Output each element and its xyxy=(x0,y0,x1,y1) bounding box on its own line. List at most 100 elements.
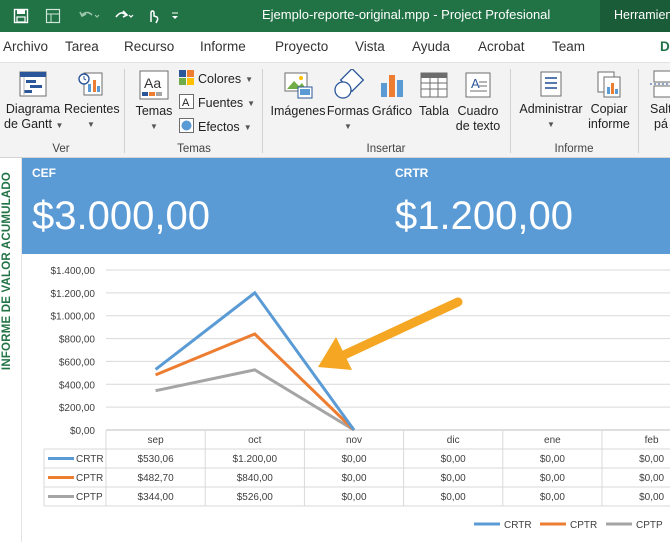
earned-value-chart[interactable]: $1.400,00 $1.200,00 $1.000,00 $800,00 $600,0… xyxy=(22,254,670,542)
fuentes-button[interactable]: A Fuentes ▼ xyxy=(179,94,255,112)
tab-vista[interactable]: Vista xyxy=(355,32,385,62)
tab-proyecto[interactable]: Proyecto xyxy=(275,32,328,62)
table-cell-value: $0,00 xyxy=(540,473,565,484)
context-tab-herramientas[interactable]: Herramientas xyxy=(600,0,670,32)
copiar-label-2: informe xyxy=(588,117,630,131)
svg-text:Aa: Aa xyxy=(144,75,161,91)
group-label-informe: Informe xyxy=(554,143,594,155)
window-title: Ejemplo-reporte-original.mpp - Project P… xyxy=(262,7,551,22)
table-cell-value: $0,00 xyxy=(540,454,565,465)
x-category-label: dic xyxy=(447,435,460,446)
tabla-button[interactable]: Tabla xyxy=(414,69,454,119)
themes-icon: Aa xyxy=(138,69,170,101)
diagrama-gantt-button[interactable]: Diagrama de Gantt ▼ xyxy=(4,69,64,133)
chevron-down-icon: ▼ xyxy=(55,121,64,130)
y-tick-label: $0,00 xyxy=(70,426,95,437)
y-tick-label: $1.200,00 xyxy=(51,289,96,300)
salto-label-1: Salt xyxy=(650,102,670,116)
imagenes-button[interactable]: Imágenes xyxy=(270,69,326,119)
grafico-label: Gráfico xyxy=(371,104,413,118)
shapes-icon xyxy=(332,67,365,101)
table-cell-value: $840,00 xyxy=(237,473,274,484)
x-category-label: ene xyxy=(544,435,561,446)
tab-archivo[interactable]: Archivo xyxy=(3,32,48,62)
table-cell-value: $0,00 xyxy=(639,454,664,465)
formas-label: Formas xyxy=(326,104,370,118)
recent-reports-icon xyxy=(76,69,106,99)
series-line-cptr xyxy=(155,332,356,432)
chevron-down-icon: ▼ xyxy=(547,120,555,129)
administrar-label: Administrar xyxy=(519,102,583,116)
chevron-down-icon: ▼ xyxy=(150,122,158,131)
grid-icon[interactable] xyxy=(42,0,64,32)
temas-button[interactable]: Aa Temas ▼ xyxy=(132,69,176,134)
redo-icon[interactable] xyxy=(110,0,136,32)
tab-acrobat[interactable]: Acrobat xyxy=(478,32,525,62)
undo-icon[interactable] xyxy=(76,0,102,32)
chevron-down-icon: ▼ xyxy=(247,98,256,108)
tab-tarea[interactable]: Tarea xyxy=(65,32,99,62)
copiar-label-1: Copiar xyxy=(590,102,628,116)
chevron-down-icon: ▼ xyxy=(245,74,253,84)
kpi-label-crtr: CRTR xyxy=(395,166,429,180)
group-label-temas: Temas xyxy=(177,143,211,155)
table-cell-value: $482,70 xyxy=(138,473,175,484)
tabla-label: Tabla xyxy=(419,104,449,118)
chevron-down-icon[interactable] xyxy=(168,0,182,32)
colores-button[interactable]: Colores ▼ xyxy=(179,70,253,88)
annotation-arrow-shaft xyxy=(339,297,463,360)
y-tick-label: $600,00 xyxy=(59,357,96,368)
formas-button[interactable]: Formas ▼ xyxy=(326,67,370,134)
copiar-informe-button[interactable]: Copiar informe xyxy=(586,69,632,132)
salto-pagina-button[interactable]: Salt pá xyxy=(644,69,670,132)
ribbon-tabs: Archivo Tarea Recurso Informe Proyecto V… xyxy=(0,32,670,62)
administrar-button[interactable]: Administrar ▼ xyxy=(516,69,586,132)
tab-ayuda[interactable]: Ayuda xyxy=(412,32,450,62)
fonts-icon: A xyxy=(179,94,194,112)
table-cell-value: $0,00 xyxy=(639,492,664,503)
diagrama-label-1: Diagrama xyxy=(5,102,61,116)
tab-informe[interactable]: Informe xyxy=(200,32,246,62)
table-series-name: CPTP xyxy=(76,492,103,503)
fuentes-label: Fuentes xyxy=(198,96,244,110)
pictures-icon xyxy=(282,69,314,101)
table-cell-value: $0,00 xyxy=(341,454,366,465)
x-category-label: oct xyxy=(248,435,262,446)
tab-recurso[interactable]: Recurso xyxy=(124,32,174,62)
cuadro-label-2: de texto xyxy=(455,119,501,133)
salto-label-2: pá xyxy=(654,117,668,131)
svg-text:A: A xyxy=(471,76,480,91)
effects-icon xyxy=(179,118,194,136)
title-bar: Ejemplo-reporte-original.mpp - Project P… xyxy=(0,0,670,32)
efectos-button[interactable]: Efectos ▼ xyxy=(179,118,252,136)
kpi-value-crtr: $1.200,00 xyxy=(395,194,573,238)
tab-diseno[interactable]: D xyxy=(660,32,670,62)
diagrama-label-2: de Gantt xyxy=(4,117,52,131)
colores-label: Colores xyxy=(198,72,242,86)
table-cell-value: $0,00 xyxy=(341,473,366,484)
y-tick-label: $800,00 xyxy=(59,335,96,346)
group-label-insertar: Insertar xyxy=(366,143,406,155)
table-cell-value: $530,06 xyxy=(138,454,175,465)
chevron-down-icon: ▼ xyxy=(243,122,252,132)
touch-mode-icon[interactable] xyxy=(142,0,164,32)
table-series-name: CRTR xyxy=(76,454,104,465)
x-category-label: nov xyxy=(346,435,362,446)
cuadro-label-1: Cuadro xyxy=(457,104,499,118)
table-series-name: CPTR xyxy=(76,473,103,484)
tab-team[interactable]: Team xyxy=(552,32,585,62)
y-tick-label: $400,00 xyxy=(59,380,96,391)
chart-area: $1.400,00 $1.200,00 $1.000,00 $800,00 $600,0… xyxy=(22,254,670,542)
recientes-button[interactable]: Recientes ▼ xyxy=(64,69,120,132)
grafico-button[interactable]: Gráfico xyxy=(370,69,414,119)
table-cell-value: $0,00 xyxy=(441,492,466,503)
ribbon: Diagrama de Gantt ▼ Recientes ▼ Ver Aa T… xyxy=(0,62,670,158)
chart-icon xyxy=(376,69,408,101)
legend-label: CRTR xyxy=(504,520,532,531)
save-icon[interactable] xyxy=(10,0,32,32)
table-cell-value: $0,00 xyxy=(441,454,466,465)
chevron-down-icon: ▼ xyxy=(87,120,95,129)
page-break-icon xyxy=(648,69,670,99)
cuadro-texto-button[interactable]: A Cuadro de texto xyxy=(454,69,502,134)
copy-report-icon xyxy=(594,69,624,99)
